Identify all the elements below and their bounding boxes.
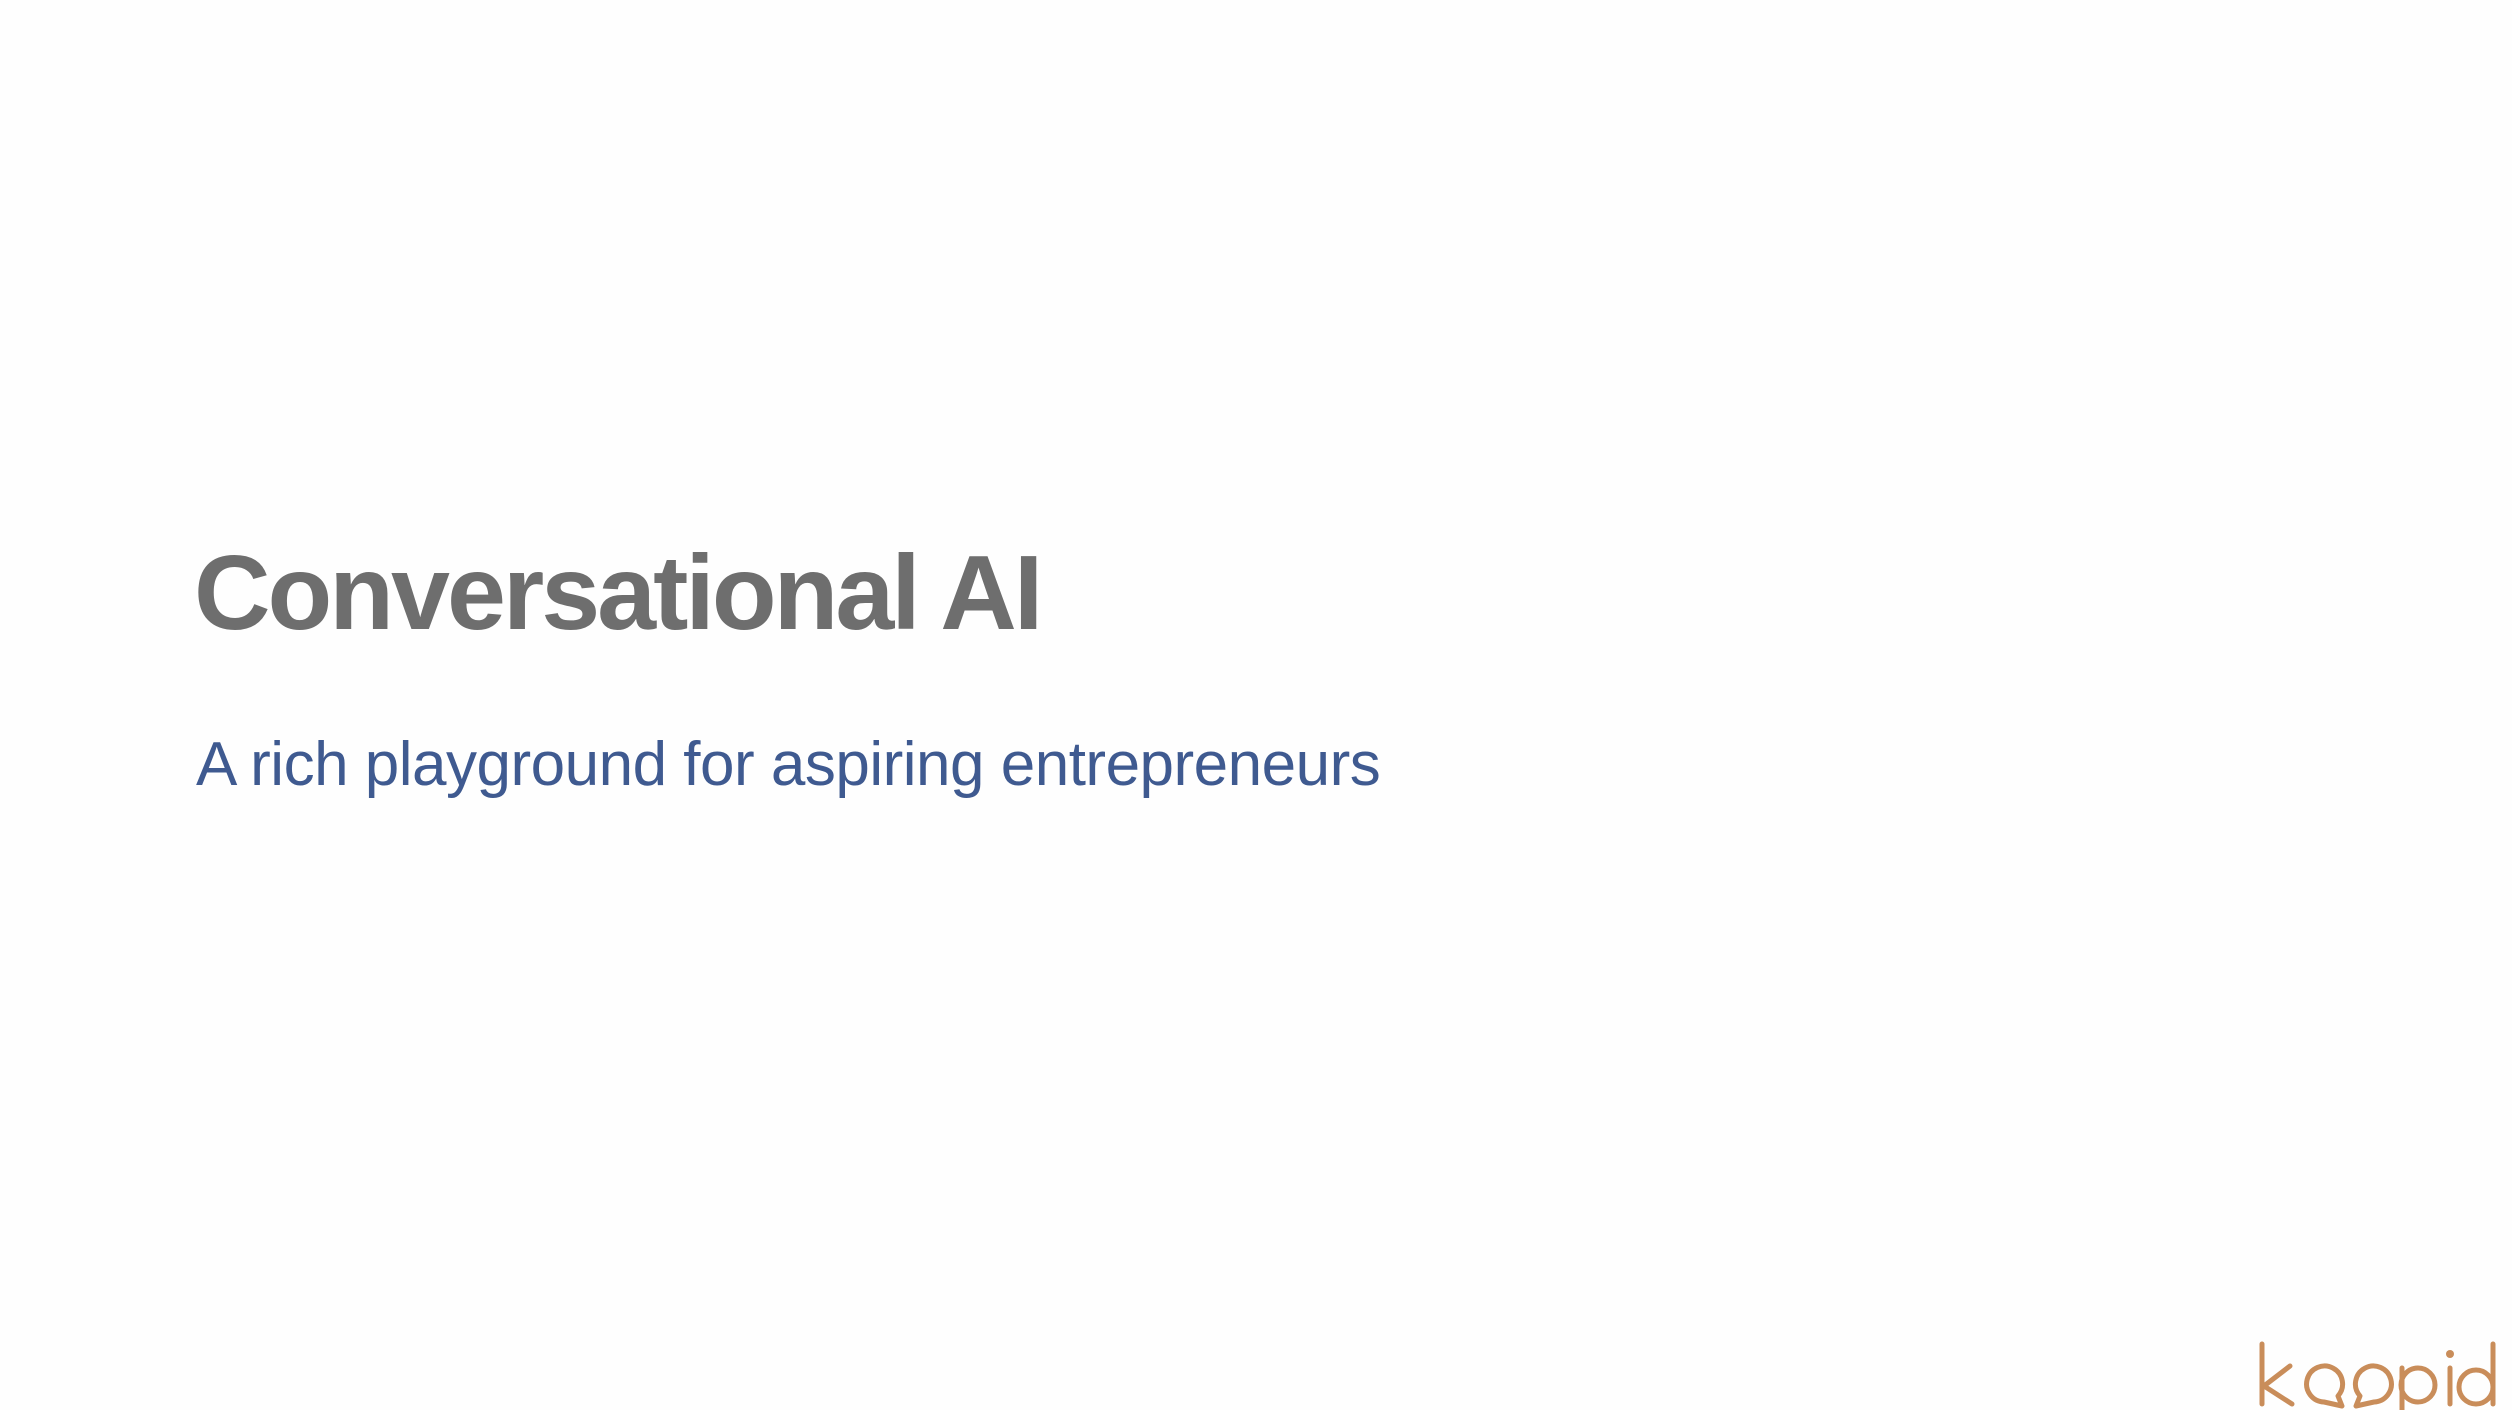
koopid-logo (2254, 1338, 2500, 1410)
slide-title: Conversational AI (194, 534, 1043, 652)
koopid-logo-icon (2259, 1341, 2496, 1410)
slide-subtitle: A rich playground for aspiring entrepren… (196, 730, 1381, 799)
slide: Conversational AI A rich playground for … (0, 0, 2512, 1410)
